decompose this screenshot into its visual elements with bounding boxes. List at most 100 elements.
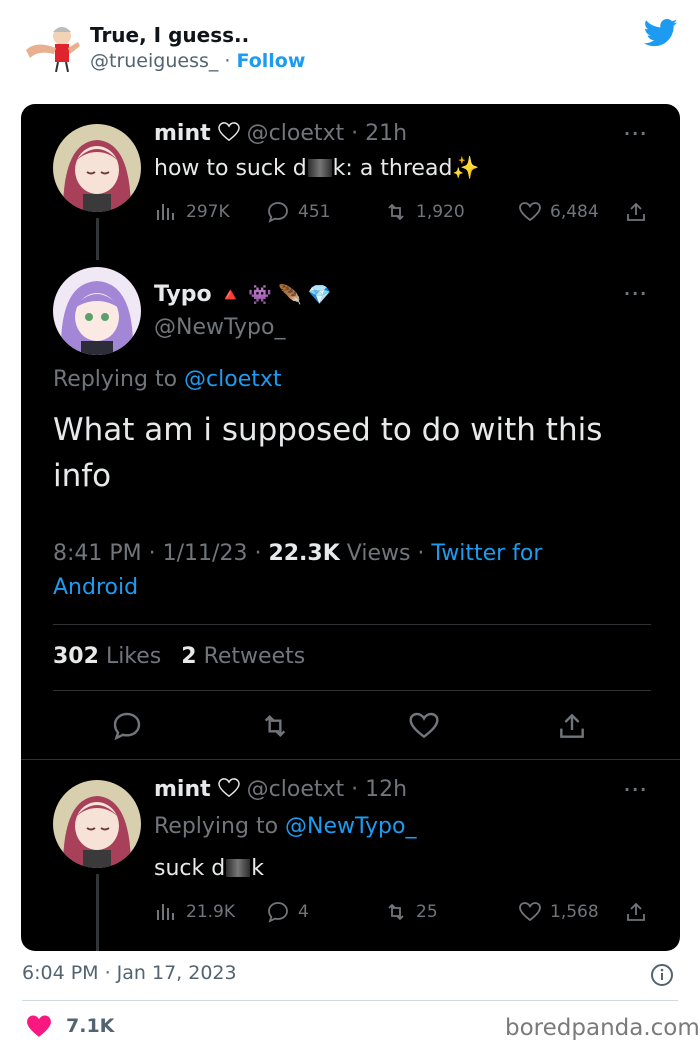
- mint-avatar[interactable]: [53, 124, 141, 212]
- likes-label[interactable]: Likes: [106, 644, 161, 669]
- embed-like-count: 7.1K: [66, 1015, 115, 1037]
- reply-replying-to-line: Replying to @NewTypo_: [154, 814, 416, 839]
- original-time[interactable]: 21h: [365, 121, 407, 146]
- embed-like-button[interactable]: 7.1K: [26, 1014, 114, 1038]
- reply-bubble-icon: [268, 902, 288, 923]
- author-display-name[interactable]: True, I guess..: [90, 23, 249, 47]
- thread-connector-line: [96, 874, 99, 951]
- replying-handle-link[interactable]: @cloetxt: [184, 367, 281, 392]
- share-button[interactable]: [624, 200, 648, 224]
- embed-timestamp[interactable]: 6:04 PM · Jan 17, 2023: [22, 962, 237, 984]
- typo-avatar[interactable]: [53, 267, 141, 355]
- retweet-button[interactable]: 1,920: [384, 200, 465, 224]
- like-count: 6,484: [550, 202, 599, 222]
- reply-bubble-icon[interactable]: [111, 710, 143, 742]
- censor-blur: [226, 859, 251, 877]
- main-tweet-actions: [21, 710, 680, 744]
- author-avatar[interactable]: [22, 22, 82, 73]
- replying-handle-link[interactable]: @NewTypo_: [285, 814, 416, 839]
- typo-name-row: Typo 🔺 👾 🪶 💎: [154, 282, 331, 307]
- views-label: Views: [346, 541, 411, 566]
- reply-tweet-header: mint @cloetxt · 12h: [154, 777, 408, 802]
- typo-display-name[interactable]: Typo: [154, 282, 212, 307]
- heart-outline-icon: [217, 122, 240, 142]
- boredpanda-watermark: boredpanda.com: [505, 1015, 700, 1041]
- original-text-part-1: how to suck d: [154, 156, 307, 181]
- retweet-icon: [388, 203, 404, 221]
- reply-button[interactable]: 451: [266, 200, 330, 224]
- original-tweet-actions: 297K 451 1,920 6,484: [154, 200, 654, 228]
- sparkles-emoji: ✨: [452, 156, 480, 181]
- share-button[interactable]: [624, 900, 648, 924]
- thread-connector-line: [96, 218, 99, 260]
- client-link[interactable]: Twitter for: [431, 541, 542, 566]
- censor-blur: [307, 159, 332, 177]
- tweet-date[interactable]: 1/11/23: [163, 541, 248, 566]
- divider: [53, 624, 651, 625]
- info-icon[interactable]: [650, 963, 674, 987]
- original-tweet-text: how to suck d k: a thread✨: [154, 156, 480, 181]
- reply-text-part-2: k: [251, 856, 264, 881]
- reply-text-part-1: suck d: [154, 856, 226, 881]
- typo-handle[interactable]: @NewTypo_: [154, 315, 285, 340]
- follow-button[interactable]: Follow: [237, 50, 306, 72]
- retweet-icon[interactable]: [259, 710, 291, 742]
- main-tweet-text: What am i supposed to do with this info: [53, 412, 603, 494]
- reply-count: 4: [298, 902, 309, 922]
- author-handle[interactable]: @trueiguess_: [90, 50, 218, 72]
- share-icon[interactable]: [556, 710, 588, 742]
- original-handle[interactable]: @cloetxt: [247, 121, 344, 146]
- more-options-icon[interactable]: ···: [624, 780, 648, 799]
- original-tweet-header: mint @cloetxt · 21h: [154, 121, 408, 146]
- views-button[interactable]: 297K: [154, 200, 230, 224]
- more-options-icon[interactable]: ···: [624, 124, 648, 143]
- reply-tweet-actions: 21.9K 4 25 1,568: [154, 900, 654, 928]
- views-count: 21.9K: [186, 902, 235, 922]
- retweets-label[interactable]: Retweets: [204, 644, 306, 669]
- handle-separator: ·: [218, 50, 237, 72]
- views-chart-icon: [157, 204, 174, 220]
- heart-icon: [519, 202, 541, 222]
- reply-bubble-icon: [268, 202, 288, 223]
- views-chart-icon: [157, 904, 174, 920]
- more-options-icon[interactable]: ···: [624, 284, 648, 303]
- divider: [21, 759, 680, 760]
- reply-tweet-text: suck d k: [154, 856, 264, 881]
- share-icon: [627, 202, 645, 221]
- like-button[interactable]: 6,484: [518, 200, 599, 224]
- reply-display-name[interactable]: mint: [154, 777, 211, 802]
- retweet-count: 25: [416, 902, 438, 922]
- replying-label: Replying to: [154, 814, 279, 839]
- replying-label: Replying to: [53, 367, 178, 392]
- share-icon: [627, 902, 645, 921]
- retweet-icon: [388, 903, 404, 921]
- engagement-stats: 302 Likes 2 Retweets: [53, 644, 305, 669]
- retweet-button[interactable]: 25: [384, 900, 438, 924]
- twitter-bird-icon[interactable]: [644, 18, 678, 48]
- heart-filled-icon: [27, 1015, 51, 1037]
- name-emoji-badges: 🔺 👾 🪶 💎: [218, 284, 332, 306]
- reply-handle[interactable]: @cloetxt: [247, 777, 344, 802]
- retweets-count[interactable]: 2: [181, 644, 196, 669]
- client-link-continued[interactable]: Android: [53, 575, 138, 600]
- original-display-name[interactable]: mint: [154, 121, 211, 146]
- reply-button[interactable]: 4: [266, 900, 309, 924]
- reply-time[interactable]: 12h: [365, 777, 407, 802]
- heart-icon: [519, 902, 541, 922]
- heart-icon[interactable]: [408, 710, 440, 742]
- author-handle-row: @trueiguess_ · Follow: [90, 50, 305, 72]
- views-count: 297K: [186, 202, 230, 222]
- mint-avatar[interactable]: [53, 780, 141, 868]
- heart-outline-icon: [217, 778, 240, 798]
- likes-count[interactable]: 302: [53, 644, 99, 669]
- tweet-meta-line: 8:41 PM · 1/11/23 · 22.3K Views · Twitte…: [53, 541, 543, 566]
- tweet-screenshot: mint @cloetxt · 21h ··· how to suck d k: …: [21, 104, 680, 951]
- divider: [22, 1000, 678, 1001]
- like-button[interactable]: 1,568: [518, 900, 599, 924]
- views-button[interactable]: 21.9K: [154, 900, 235, 924]
- views-count: 22.3K: [268, 541, 340, 566]
- replying-to-line: Replying to @cloetxt: [53, 367, 282, 392]
- tweet-time[interactable]: 8:41 PM: [53, 541, 142, 566]
- divider: [53, 690, 651, 691]
- like-count: 1,568: [550, 902, 599, 922]
